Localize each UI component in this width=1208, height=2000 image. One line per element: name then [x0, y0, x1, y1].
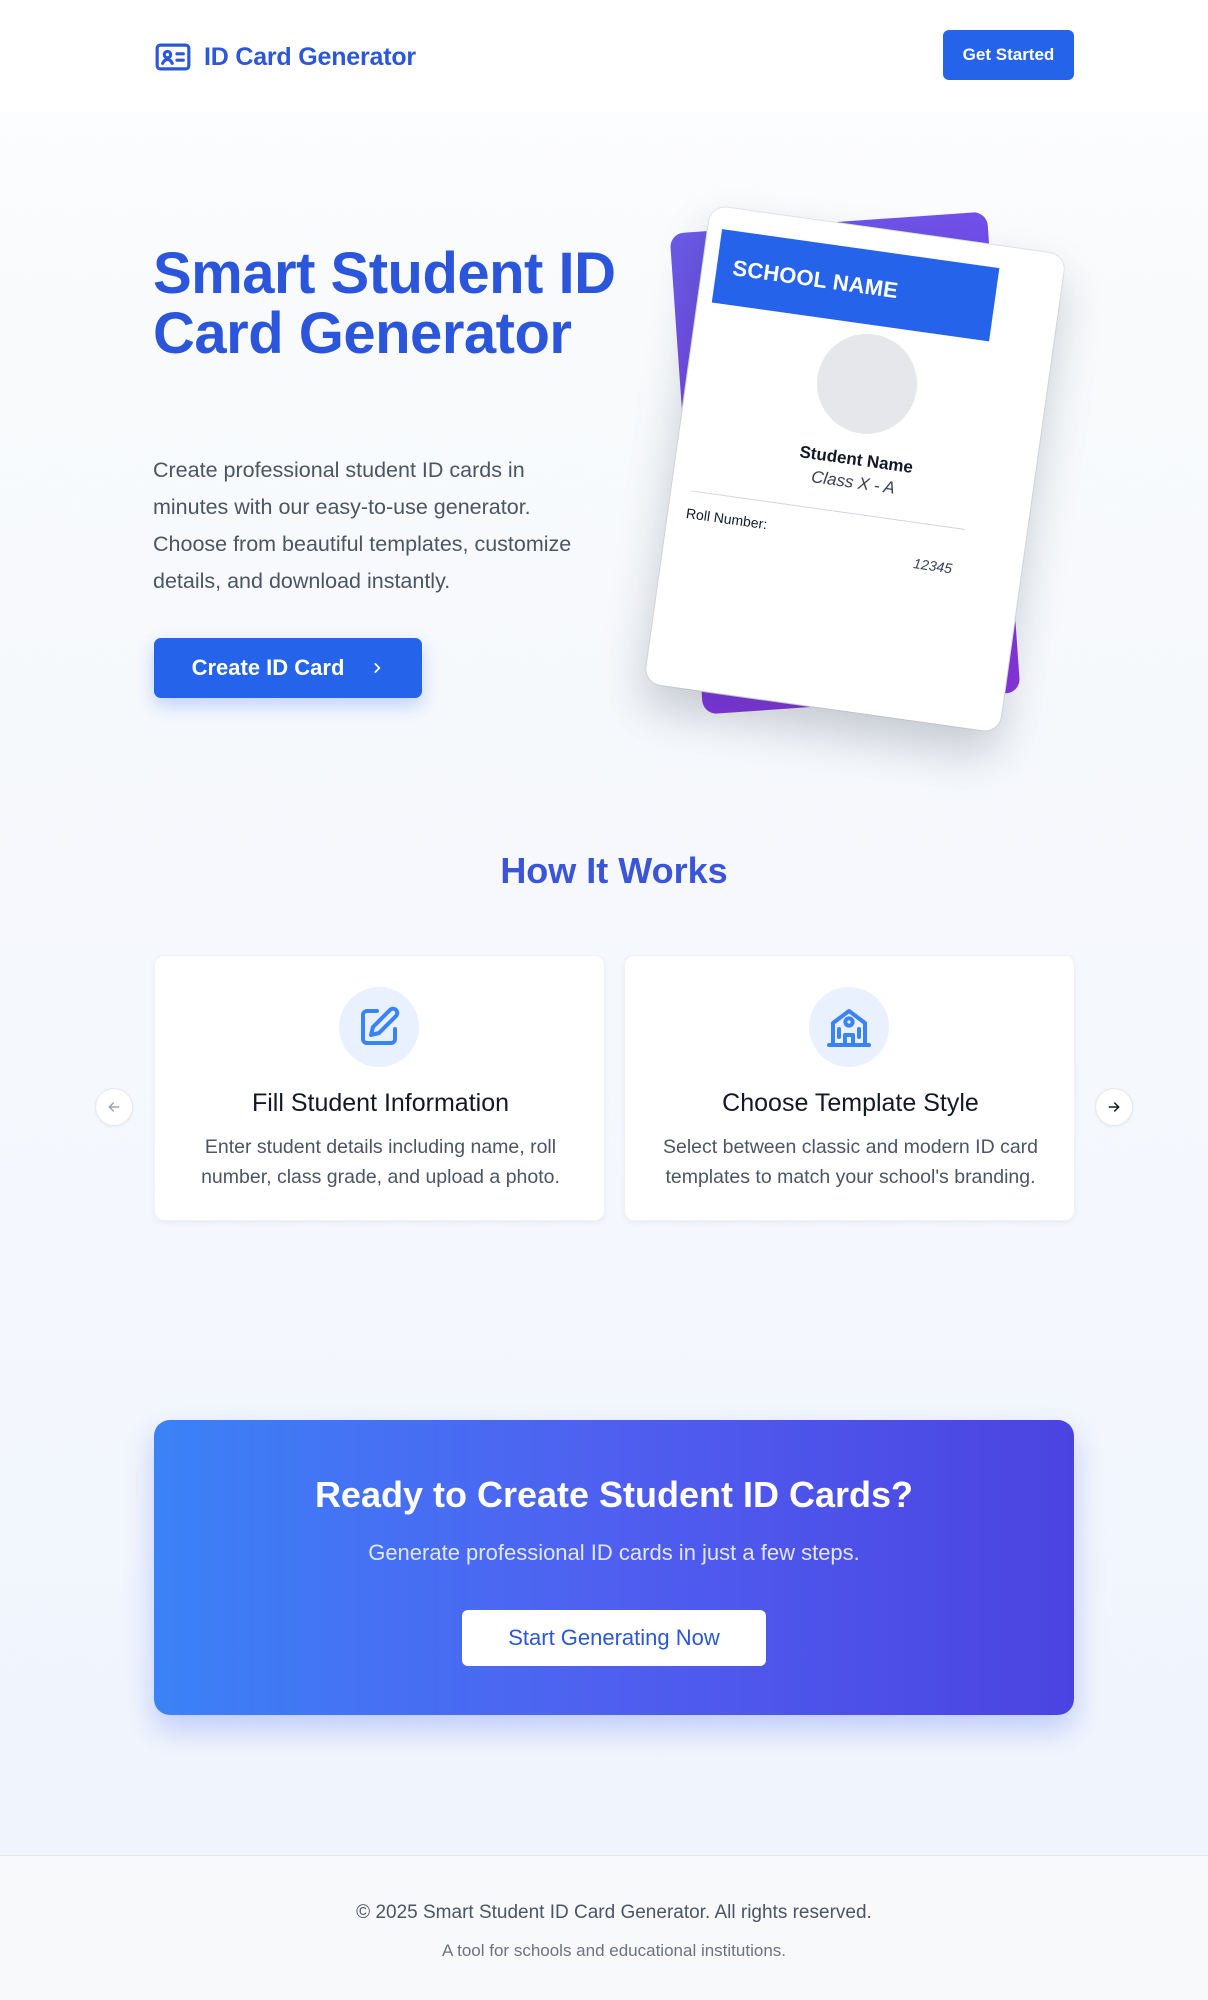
- card-school-name: SCHOOL NAME: [711, 229, 1000, 342]
- step-title: Choose Template Style: [722, 1089, 979, 1117]
- cta-title: Ready to Create Student ID Cards?: [314, 1474, 914, 1515]
- chevron-right-icon: [374, 663, 381, 673]
- step-description: Select between classic and modern ID car…: [662, 1136, 1039, 1188]
- id-card-icon: [155, 43, 191, 71]
- footer-tagline: A tool for schools and educational insti…: [442, 1941, 786, 1960]
- carousel-next-button[interactable]: [1095, 1088, 1133, 1126]
- hero-title: Smart Student ID Card Generator: [153, 241, 616, 366]
- hero-description: Create professional student ID cards in …: [153, 458, 572, 593]
- site-header: ID Card Generator Get Started: [0, 0, 1208, 112]
- arrow-right-icon: [1108, 1102, 1120, 1112]
- step-description: Enter student details including name, ro…: [201, 1136, 560, 1188]
- edit-icon: [361, 1006, 400, 1045]
- cta-subtitle: Generate professional ID cards in just a…: [368, 1540, 860, 1565]
- create-id-card-label: Create ID Card: [191, 655, 345, 680]
- site-footer: © 2025 Smart Student ID Card Generator. …: [0, 1855, 1208, 2000]
- step-card: Fill Student Information Enter student d…: [154, 955, 605, 1221]
- get-started-button[interactable]: Get Started: [943, 30, 1074, 80]
- step-icon-container: [339, 987, 419, 1067]
- card-roll-label: Roll Number:: [685, 505, 769, 533]
- step-card: Choose Template Style Select between cla…: [624, 955, 1075, 1221]
- how-it-works-title: How It Works: [500, 850, 728, 891]
- start-generating-button[interactable]: Start Generating Now: [462, 1610, 766, 1666]
- id-card-preview: SCHOOL NAME Student Name Class X - A Rol…: [644, 205, 1066, 733]
- card-photo-placeholder: [810, 327, 924, 441]
- create-id-card-button[interactable]: Create ID Card: [154, 638, 422, 698]
- footer-copyright: © 2025 Smart Student ID Card Generator. …: [356, 1902, 872, 1923]
- brand-logo[interactable]: ID Card Generator: [154, 38, 416, 76]
- brand-name: ID Card Generator: [204, 42, 416, 71]
- arrow-left-icon: [108, 1102, 120, 1112]
- cta-banner: Ready to Create Student ID Cards? Genera…: [154, 1420, 1074, 1715]
- carousel-prev-button[interactable]: [95, 1088, 133, 1126]
- step-title: Fill Student Information: [251, 1089, 510, 1117]
- step-icon-container: [809, 987, 889, 1067]
- school-icon: [827, 1009, 871, 1047]
- card-roll-value: 12345: [912, 555, 954, 577]
